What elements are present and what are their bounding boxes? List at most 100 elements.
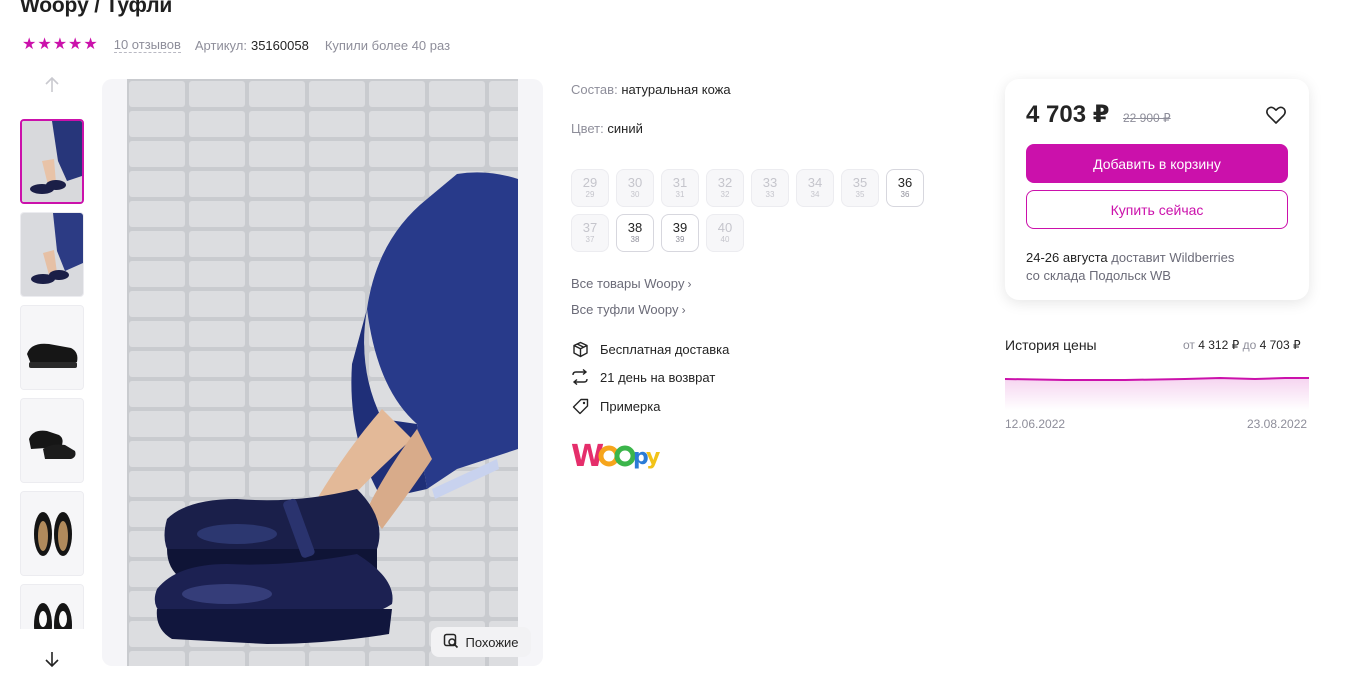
box-icon xyxy=(571,340,589,358)
reviews-link[interactable]: 10 отзывов xyxy=(113,37,181,53)
similar-label: Похожие xyxy=(465,634,519,650)
arrow-up-icon[interactable] xyxy=(42,76,62,96)
return-arrows-icon xyxy=(571,368,589,386)
range-min-price: 4 312 ₽ xyxy=(1198,338,1240,352)
delivery-warehouse: со склада Подольск WB xyxy=(1026,268,1171,283)
svg-text:y: y xyxy=(646,445,660,470)
current-price: 4 703 ₽ xyxy=(1026,101,1110,128)
main-product-image[interactable]: Похожие xyxy=(102,79,543,666)
feature-label: 21 день на возврат xyxy=(600,369,716,385)
star-icon: ★ xyxy=(68,36,83,53)
thumbnail[interactable] xyxy=(20,491,84,576)
product-title: Woopy / Туфли xyxy=(20,0,173,17)
size-eu: 33 xyxy=(765,190,775,199)
color-value: синий xyxy=(607,121,643,136)
delivery-carrier: доставит Wildberries xyxy=(1107,250,1235,265)
size-eu: 29 xyxy=(585,190,595,199)
rating-stars: ★ ★ ★ ★ ★ xyxy=(22,37,98,53)
size-option: 30 30 xyxy=(616,169,654,207)
thumbnail-list xyxy=(20,119,84,629)
thumbnail[interactable] xyxy=(20,584,84,629)
size-option: 40 40 xyxy=(706,214,744,252)
size-option: 34 34 xyxy=(796,169,834,207)
size-selector: 29 29 30 30 31 31 32 32 33 33 34 34 35 35 36 36 37 37 38 38… xyxy=(571,169,931,252)
size-ru: 37 xyxy=(582,220,598,235)
search-image-icon xyxy=(443,633,459,652)
buy-now-button[interactable]: Купить сейчас xyxy=(1026,190,1288,229)
price-history-title: История цены xyxy=(1005,337,1097,353)
feature-label: Примерка xyxy=(600,398,661,414)
feature-free-delivery: Бесплатная доставка xyxy=(571,340,729,358)
size-eu: 34 xyxy=(810,190,820,199)
size-ru: 35 xyxy=(852,175,868,190)
composition-label: Состав: xyxy=(571,82,618,97)
price-history-chart[interactable] xyxy=(1005,368,1309,410)
size-option[interactable]: 39 39 xyxy=(661,214,699,252)
all-brand-shoes-link[interactable]: Все туфли Woopy › xyxy=(571,302,686,317)
color-row: Цвет: синий xyxy=(571,121,643,136)
size-eu: 35 xyxy=(855,190,865,199)
size-eu: 40 xyxy=(720,235,730,244)
sku-label: Артикул: xyxy=(194,37,247,53)
thumbnail[interactable] xyxy=(20,398,84,483)
composition-value: натуральная кожа xyxy=(621,82,731,97)
size-eu: 39 xyxy=(675,235,685,244)
product-photo xyxy=(127,79,518,666)
history-start-date: 12.06.2022 xyxy=(1005,417,1066,431)
size-ru: 29 xyxy=(582,175,598,190)
old-price: 22 900 ₽ xyxy=(1123,111,1171,125)
add-to-cart-button[interactable]: Добавить в корзину xyxy=(1026,144,1288,183)
size-eu: 36 xyxy=(900,190,910,199)
feature-try-on: Примерка xyxy=(571,397,660,415)
size-option[interactable]: 36 36 xyxy=(886,169,924,207)
composition-row: Состав: натуральная кожа xyxy=(571,82,731,97)
size-eu: 38 xyxy=(630,235,640,244)
thumbnail[interactable] xyxy=(20,212,84,297)
size-option: 31 31 xyxy=(661,169,699,207)
price-history-range: от 4 312 ₽ до 4 703 ₽ xyxy=(1183,338,1301,352)
arrow-down-icon[interactable] xyxy=(42,650,62,670)
thumbnail[interactable] xyxy=(20,119,84,204)
size-option: 33 33 xyxy=(751,169,789,207)
range-to-label: до xyxy=(1242,338,1257,352)
size-ru: 30 xyxy=(627,175,643,190)
size-eu: 31 xyxy=(675,190,685,199)
tag-icon xyxy=(571,397,589,415)
delivery-dates: 24-26 августа xyxy=(1026,250,1108,265)
heart-icon[interactable] xyxy=(1265,104,1287,126)
range-from-label: от xyxy=(1183,338,1195,352)
size-option: 37 37 xyxy=(571,214,609,252)
sku-value: 35160058 xyxy=(250,37,309,53)
size-ru: 34 xyxy=(807,175,823,190)
star-icon: ★ xyxy=(37,36,52,53)
size-option[interactable]: 38 38 xyxy=(616,214,654,252)
color-label: Цвет: xyxy=(571,121,604,136)
range-max-price: 4 703 ₽ xyxy=(1259,338,1301,352)
chevron-right-icon: › xyxy=(681,303,686,317)
size-ru: 33 xyxy=(762,175,778,190)
size-ru: 38 xyxy=(627,220,643,235)
star-icon: ★ xyxy=(83,36,98,53)
star-icon: ★ xyxy=(52,36,68,53)
price-card: 4 703 ₽ 22 900 ₽ Добавить в корзину Купи… xyxy=(1005,79,1309,300)
chevron-right-icon: › xyxy=(687,277,692,291)
size-ru: 31 xyxy=(672,175,688,190)
star-icon: ★ xyxy=(22,36,37,53)
similar-button[interactable]: Похожие xyxy=(431,627,531,657)
all-brand-products-link[interactable]: Все товары Woopy › xyxy=(571,276,691,291)
size-ru: 40 xyxy=(717,220,733,235)
size-eu: 30 xyxy=(630,190,640,199)
size-option: 29 29 xyxy=(571,169,609,207)
thumbnail[interactable] xyxy=(20,305,84,390)
size-ru: 36 xyxy=(897,175,913,190)
all-brand-shoes-label: Все туфли Woopy xyxy=(571,302,679,317)
size-eu: 37 xyxy=(585,235,595,244)
brand-logo[interactable]: W p y xyxy=(571,432,661,476)
bought-count: Купили более 40 раз xyxy=(324,37,451,53)
delivery-info: 24-26 августа доставит Wildberries со ск… xyxy=(1026,249,1234,285)
product-meta: ★ ★ ★ ★ ★ 10 отзывов Артикул: 35160058 К… xyxy=(22,37,450,53)
size-eu: 32 xyxy=(720,190,730,199)
size-option: 35 35 xyxy=(841,169,879,207)
size-ru: 32 xyxy=(717,175,733,190)
size-option: 32 32 xyxy=(706,169,744,207)
